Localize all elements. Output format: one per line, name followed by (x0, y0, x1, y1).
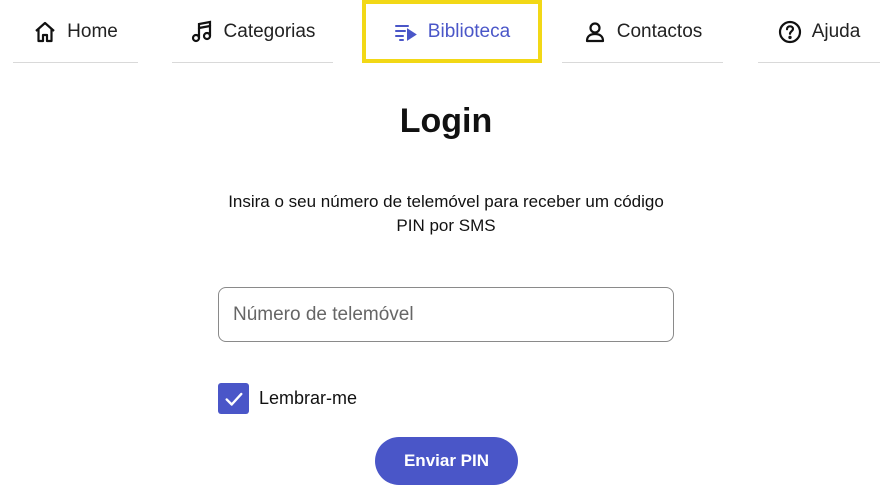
top-navigation: Home Categorias Biblioteca Contactos Aju… (0, 0, 886, 66)
phone-number-input[interactable] (218, 287, 674, 342)
nav-item-label: Home (67, 20, 118, 42)
checkbox-checked[interactable] (218, 383, 249, 414)
nav-item-home[interactable]: Home (13, 0, 138, 63)
remember-me-label: Lembrar-me (259, 388, 358, 408)
person-icon (583, 20, 607, 44)
nav-item-biblioteca[interactable]: Biblioteca (362, 0, 542, 63)
nav-item-contactos[interactable]: Contactos (562, 0, 723, 63)
check-icon (224, 392, 243, 406)
nav-divider (562, 62, 723, 63)
login-instructions: Insira o seu número de telemóvel para re… (228, 192, 664, 235)
send-pin-button[interactable]: Enviar PIN (375, 437, 518, 485)
remember-me-checkbox[interactable]: Lembrar-me (218, 383, 357, 414)
nav-item-label: Contactos (616, 20, 703, 42)
nav-divider (758, 62, 880, 63)
nav-divider (172, 62, 333, 63)
nav-item-label: Ajuda (811, 20, 861, 42)
help-circle-icon (778, 20, 802, 44)
nav-item-ajuda[interactable]: Ajuda (758, 0, 880, 63)
nav-item-label: Categorias (223, 20, 316, 42)
playlist-icon (394, 20, 418, 44)
nav-item-label: Biblioteca (427, 20, 511, 42)
nav-item-categorias[interactable]: Categorias (172, 0, 333, 63)
nav-divider (13, 62, 138, 63)
music-note-icon (190, 20, 214, 44)
home-icon (33, 20, 57, 44)
page-title: Login (399, 102, 493, 140)
